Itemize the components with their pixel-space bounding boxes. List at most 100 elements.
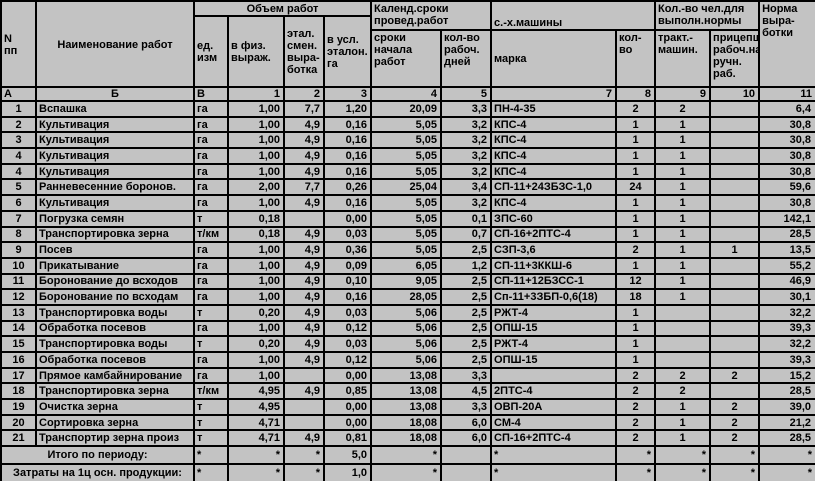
cell-conditional-ha[interactable]: 0,16 [324, 148, 371, 164]
footer-cell-machine-count[interactable]: * [616, 464, 655, 481]
cell-machine-brand[interactable]: КПС-4 [491, 164, 616, 180]
cell-work-days[interactable]: 3,4 [441, 179, 491, 195]
cell-tractor-drivers[interactable]: 1 [655, 132, 710, 148]
cell-unit[interactable]: т [194, 399, 228, 415]
cell-conditional-ha[interactable]: 0,03 [324, 336, 371, 352]
cell-work-days[interactable]: 3,3 [441, 368, 491, 384]
cell-tractor-drivers[interactable]: 1 [655, 164, 710, 180]
cell-output-rate[interactable]: 30,8 [759, 117, 815, 133]
cell-trailer-workers[interactable] [710, 289, 759, 305]
footer-cell-unit[interactable]: * [194, 464, 228, 481]
cell-row-number[interactable]: 12 [1, 289, 36, 305]
cell-conditional-ha[interactable]: 0,16 [324, 164, 371, 180]
cell-trailer-workers[interactable]: 2 [710, 430, 759, 446]
cell-trailer-workers[interactable] [710, 274, 759, 290]
footer-cell-shift-output[interactable]: * [284, 464, 324, 481]
footer-cell-conditional-ha[interactable]: 5,0 [324, 446, 371, 464]
cell-shift-output[interactable]: 4,9 [284, 227, 324, 243]
header-shift-output[interactable]: этал. смен. выра- ботка [284, 16, 324, 87]
cell-machine-count[interactable]: 2 [616, 242, 655, 258]
cell-row-number[interactable]: 10 [1, 258, 36, 274]
cell-machine-count[interactable]: 2 [616, 430, 655, 446]
footer-cell-machine-brand[interactable]: * [491, 446, 616, 464]
cell-machine-count[interactable]: 1 [616, 258, 655, 274]
cell-output-rate[interactable]: 46,9 [759, 274, 815, 290]
cell-unit[interactable]: га [194, 274, 228, 290]
cell-machine-count[interactable]: 1 [616, 117, 655, 133]
cell-row-number[interactable]: 1 [1, 101, 36, 117]
cell-work-days[interactable]: 2,5 [441, 321, 491, 337]
cell-machine-count[interactable]: 2 [616, 101, 655, 117]
cell-trailer-workers[interactable] [710, 179, 759, 195]
cell-machine-count[interactable]: 1 [616, 227, 655, 243]
cell-output-rate[interactable]: 28,5 [759, 430, 815, 446]
cell-unit[interactable]: га [194, 101, 228, 117]
cell-shift-output[interactable]: 4,9 [284, 164, 324, 180]
cell-conditional-ha[interactable]: 0,10 [324, 274, 371, 290]
cell-work-days[interactable]: 6,0 [441, 415, 491, 431]
cell-trailer-workers[interactable]: 2 [710, 368, 759, 384]
cell-work-name[interactable]: Очистка зерна [36, 399, 194, 415]
cell-row-number[interactable]: 13 [1, 305, 36, 321]
cell-row-number[interactable]: 17 [1, 368, 36, 384]
cell-work-name[interactable]: Культивация [36, 195, 194, 211]
cell-shift-output[interactable]: 7,7 [284, 101, 324, 117]
cell-trailer-workers[interactable] [710, 195, 759, 211]
cell-machine-count[interactable]: 1 [616, 148, 655, 164]
cell-shift-output[interactable]: 4,9 [284, 352, 324, 368]
cell-output-rate[interactable]: 39,0 [759, 399, 815, 415]
cell-shift-output[interactable]: 4,9 [284, 195, 324, 211]
cell-unit[interactable]: т/км [194, 383, 228, 399]
cell-machine-count[interactable]: 1 [616, 132, 655, 148]
cell-trailer-workers[interactable] [710, 117, 759, 133]
cell-tractor-drivers[interactable]: 1 [655, 195, 710, 211]
cell-row-number[interactable]: 6 [1, 195, 36, 211]
header-row-number[interactable]: N пп [1, 1, 36, 87]
cell-start-date[interactable]: 6,05 [371, 258, 441, 274]
footer-cell-machine-count[interactable]: * [616, 446, 655, 464]
cell-row-number[interactable]: 11 [1, 274, 36, 290]
cell-output-rate[interactable]: 30,8 [759, 132, 815, 148]
cell-volume-physical[interactable]: 4,71 [228, 415, 284, 431]
footer-cell-start-date[interactable]: * [371, 446, 441, 464]
cell-trailer-workers[interactable] [710, 132, 759, 148]
cell-start-date[interactable]: 28,05 [371, 289, 441, 305]
cell-trailer-workers[interactable] [710, 211, 759, 227]
cell-trailer-workers[interactable] [710, 305, 759, 321]
cell-machine-brand[interactable]: КПС-4 [491, 195, 616, 211]
footer-cell-work-days[interactable] [441, 464, 491, 481]
cell-row-number[interactable]: 14 [1, 321, 36, 337]
cell-shift-output[interactable] [284, 211, 324, 227]
cell-tractor-drivers[interactable]: 1 [655, 211, 710, 227]
cell-work-days[interactable]: 3,3 [441, 101, 491, 117]
cell-unit[interactable]: га [194, 117, 228, 133]
cell-unit[interactable]: га [194, 289, 228, 305]
header-output-rate[interactable]: Норма выра- ботки [759, 1, 815, 87]
cell-conditional-ha[interactable]: 0,03 [324, 227, 371, 243]
cell-shift-output[interactable]: 4,9 [284, 258, 324, 274]
cell-machine-count[interactable]: 1 [616, 211, 655, 227]
cell-output-rate[interactable]: 30,8 [759, 148, 815, 164]
footer-cell-work-days[interactable] [441, 446, 491, 464]
column-letter-unit[interactable]: В [194, 87, 228, 101]
cell-start-date[interactable]: 18,08 [371, 430, 441, 446]
cell-row-number[interactable]: 19 [1, 399, 36, 415]
cell-machine-brand[interactable]: КПС-4 [491, 148, 616, 164]
cell-conditional-ha[interactable]: 0,16 [324, 117, 371, 133]
cell-machine-brand[interactable] [491, 368, 616, 384]
cell-output-rate[interactable]: 28,5 [759, 383, 815, 399]
header-tractor-drivers[interactable]: тракт.- машин. [655, 30, 710, 87]
cell-conditional-ha[interactable]: 0,12 [324, 352, 371, 368]
header-start-date[interactable]: сроки начала работ [371, 30, 441, 87]
cell-machine-brand[interactable]: ОПШ-15 [491, 321, 616, 337]
cell-trailer-workers[interactable]: 2 [710, 415, 759, 431]
cell-row-number[interactable]: 16 [1, 352, 36, 368]
cell-shift-output[interactable]: 7,7 [284, 179, 324, 195]
footer-cell-shift-output[interactable]: * [284, 446, 324, 464]
cell-output-rate[interactable]: 142,1 [759, 211, 815, 227]
cell-machine-count[interactable]: 1 [616, 352, 655, 368]
header-conditional-ha[interactable]: в усл. эталон. га [324, 16, 371, 87]
cell-volume-physical[interactable]: 4,95 [228, 383, 284, 399]
cell-unit[interactable]: га [194, 148, 228, 164]
cell-tractor-drivers[interactable]: 1 [655, 148, 710, 164]
